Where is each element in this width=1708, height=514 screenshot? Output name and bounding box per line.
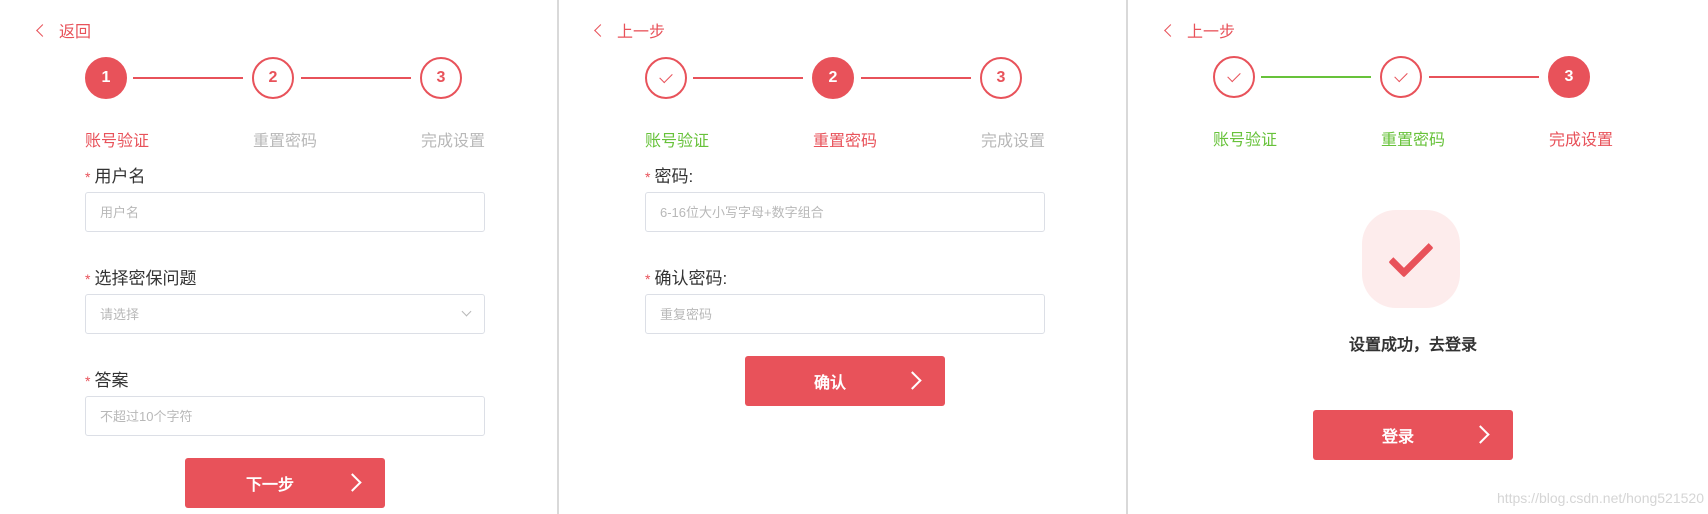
success-message: 设置成功，去登录 — [1349, 337, 1478, 354]
check-icon — [659, 69, 673, 84]
step-connector — [301, 77, 411, 79]
confirm-label: 确认 — [813, 375, 846, 392]
answer-input[interactable] — [85, 396, 485, 436]
step-connector — [861, 77, 971, 79]
step-2-label: 重置密码 — [1381, 132, 1446, 149]
panel-complete-settings: 上一步 3 账号验证 重置密码 完成设置 设置成功，去登录 登录 — [1128, 0, 1708, 514]
username-label-text: 用户名 — [94, 167, 146, 186]
step-1-circle-done — [645, 57, 687, 99]
username-input[interactable] — [85, 192, 485, 232]
previous-step-label: 上一步 — [617, 24, 666, 41]
required-mark: * — [645, 271, 651, 287]
previous-step-link[interactable]: 上一步 — [1162, 18, 1235, 42]
step-3-number: 3 — [1564, 68, 1574, 85]
back-label: 返回 — [59, 24, 92, 41]
step-3-circle: 3 — [980, 57, 1022, 99]
username-label: * 用户名 — [85, 162, 145, 187]
back-link[interactable]: 返回 — [34, 18, 91, 42]
panel-account-verification: 返回 1 2 3 账号验证 重置密码 完成设置 *用户名 *选择密保问题 *答案… — [0, 0, 557, 514]
step-2-label: 重置密码 — [813, 133, 878, 150]
check-icon — [1394, 68, 1408, 83]
panel-reset-password: 上一步 2 3 账号验证 重置密码 完成设置 * 密码: * 确认密码: 确认 — [559, 0, 1126, 514]
security-question-label: * 选择密保问题 — [85, 264, 196, 289]
step-1-circle-done — [1213, 56, 1255, 98]
confirm-password-input[interactable] — [645, 294, 1045, 334]
previous-step-label: 上一步 — [1187, 24, 1236, 41]
chevron-left-icon — [1164, 23, 1177, 37]
required-mark: * — [85, 169, 91, 185]
step-connector — [693, 77, 803, 79]
step-connector — [133, 77, 243, 79]
security-question-label-text: 选择密保问题 — [94, 269, 197, 288]
step-2-circle: 2 — [812, 57, 854, 99]
step-3-circle: 3 — [1548, 56, 1590, 98]
step-1-number: 1 — [101, 69, 111, 86]
next-step-button[interactable]: 下一步 — [185, 458, 385, 508]
confirm-password-label-text: 确认密码: — [654, 269, 728, 288]
watermark: https://blog.csdn.net/hong521520 — [1496, 490, 1704, 506]
security-question-select[interactable] — [85, 294, 485, 334]
success-icon-box — [1362, 210, 1460, 308]
step-2-label: 重置密码 — [253, 133, 318, 150]
password-label-text: 密码: — [654, 167, 694, 186]
step-2-circle-done — [1380, 56, 1422, 98]
answer-label-text: 答案 — [94, 371, 129, 390]
step-3-label: 完成设置 — [981, 133, 1046, 150]
login-button[interactable]: 登录 — [1313, 410, 1513, 460]
success-check-icon — [1388, 232, 1434, 278]
step-1-label: 账号验证 — [85, 133, 150, 150]
confirm-button[interactable]: 确认 — [745, 356, 945, 406]
step-3-circle: 3 — [420, 57, 462, 99]
step-1-label: 账号验证 — [1213, 132, 1278, 149]
required-mark: * — [85, 373, 91, 389]
step-3-label: 完成设置 — [421, 133, 486, 150]
step-3-number: 3 — [436, 69, 446, 86]
step-3-label: 完成设置 — [1549, 132, 1614, 149]
chevron-left-icon — [36, 23, 49, 37]
check-icon — [1227, 68, 1241, 83]
chevron-left-icon — [594, 23, 607, 37]
answer-label: * 答案 — [85, 366, 128, 391]
confirm-password-label: * 确认密码: — [645, 264, 727, 289]
previous-step-link[interactable]: 上一步 — [592, 18, 665, 42]
password-label: * 密码: — [645, 162, 693, 187]
step-1-label: 账号验证 — [645, 133, 710, 150]
step-connector — [1429, 76, 1539, 78]
next-step-label: 下一步 — [245, 477, 294, 494]
step-2-circle: 2 — [252, 57, 294, 99]
step-2-number: 2 — [268, 69, 278, 86]
step-3-number: 3 — [996, 69, 1006, 86]
login-label: 登录 — [1381, 429, 1414, 446]
step-2-number: 2 — [828, 69, 838, 86]
password-input[interactable] — [645, 192, 1045, 232]
step-1-circle: 1 — [85, 57, 127, 99]
required-mark: * — [85, 271, 91, 287]
step-connector-complete — [1261, 76, 1371, 78]
required-mark: * — [645, 169, 651, 185]
